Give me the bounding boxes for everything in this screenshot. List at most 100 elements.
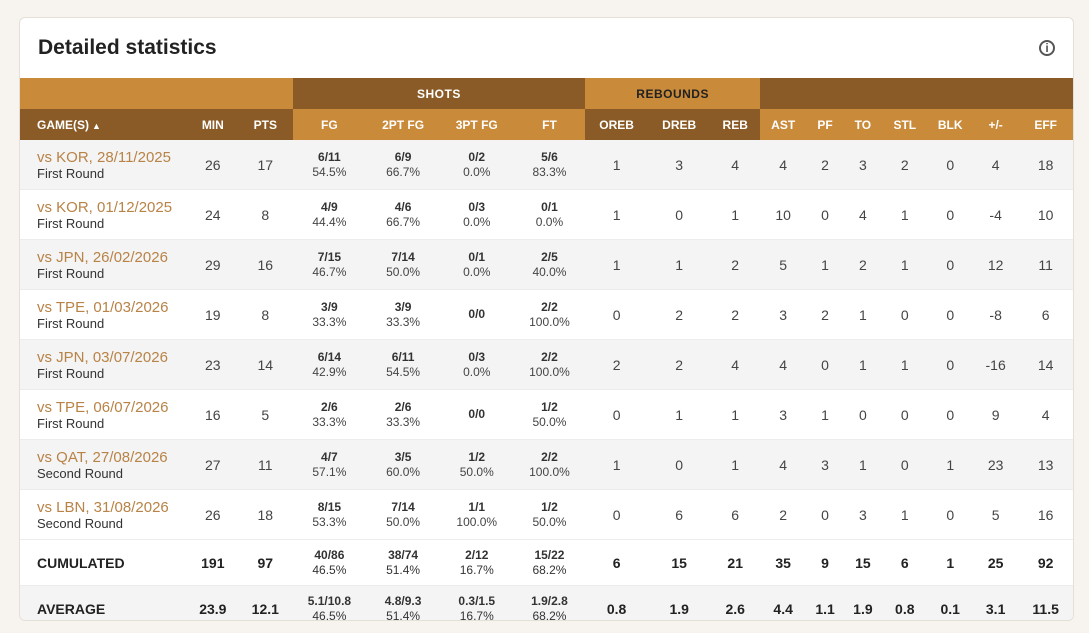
cell-ft: 2/2 100.0%	[513, 439, 586, 490]
col-eff[interactable]: EFF	[1018, 109, 1073, 140]
cell-fg: 4/9 44.4%	[292, 189, 367, 240]
cell-fg3-made-attempted: 0/0	[468, 407, 486, 421]
cell-ft-percentage: 83.3%	[532, 164, 567, 179]
cell-reb: 2	[710, 239, 760, 290]
cell-oreb: 2	[585, 339, 648, 390]
cell-ft-made-attempted: 1/2	[541, 499, 558, 514]
game-cell: vs QAT, 27/08/2026 Second Round	[20, 439, 188, 490]
group-rebounds: REBOUNDS	[585, 78, 760, 109]
cell-fg3-percentage: 16.7%	[459, 562, 494, 577]
cell-oreb: 1	[585, 189, 648, 240]
cell-fg2: 3/5 60.0%	[366, 439, 440, 490]
cell-fg2-made-attempted: 3/5	[394, 449, 412, 464]
game-link[interactable]: vs TPE, 01/03/2026	[37, 299, 188, 316]
cell-fg2-percentage: 54.5%	[386, 364, 421, 379]
col-to[interactable]: TO	[843, 109, 883, 140]
cell-to: 2	[843, 239, 883, 290]
cell-dreb: 1	[647, 239, 711, 290]
cell-eff: 18	[1018, 140, 1073, 190]
cell-fg2-made-attempted: 2/6	[394, 399, 412, 414]
cell-pts: 97	[238, 539, 293, 586]
cell-ft-made-attempted: 1/2	[541, 399, 558, 414]
cell-dreb: 2	[647, 289, 711, 340]
game-link[interactable]: vs KOR, 28/11/2025	[37, 149, 188, 166]
cell-pf: 1	[806, 389, 844, 440]
cell-fg3: 1/1 100.0%	[439, 489, 514, 540]
cell-to: 4	[843, 189, 883, 240]
cell-fg2-made-attempted: 7/14	[391, 499, 415, 514]
cell-fg-made-attempted: 6/11	[318, 149, 341, 164]
game-link[interactable]: vs JPN, 26/02/2026	[37, 249, 188, 266]
cell-dreb: 1.9	[647, 585, 711, 620]
cell-to: 1	[843, 289, 883, 340]
col-3pt-fg[interactable]: 3PT FG	[439, 109, 514, 140]
game-round: First Round	[37, 365, 105, 381]
col-2pt-fg[interactable]: 2PT FG	[366, 109, 440, 140]
cell-fg2: 7/14 50.0%	[366, 489, 440, 540]
cell-fg-percentage: 44.4%	[312, 214, 347, 229]
col-plus-minus[interactable]: +/-	[972, 109, 1019, 140]
col-fg[interactable]: FG	[292, 109, 367, 140]
cell-pts: 5	[238, 389, 293, 440]
cell-dreb: 2	[647, 339, 711, 390]
cell-ft-made-attempted: 5/6	[541, 149, 558, 164]
col-game-sort[interactable]: GAME(S) ▲	[20, 109, 188, 140]
cell-fg-percentage: 33.3%	[312, 314, 347, 329]
cell-fg3: 0/0	[439, 289, 514, 340]
game-cell: vs KOR, 01/12/2025 First Round	[20, 189, 188, 240]
col-min[interactable]: MIN	[187, 109, 239, 140]
cell-fg3-percentage: 100.0%	[456, 514, 498, 529]
cell-min: 16	[187, 389, 239, 440]
cell-ft: 2/5 40.0%	[513, 239, 586, 290]
cell-fg2-percentage: 33.3%	[386, 414, 421, 429]
cell-fg2-percentage: 33.3%	[386, 314, 421, 329]
cell-stl: 0	[882, 389, 928, 440]
cell-dreb: 15	[647, 539, 711, 586]
cell-pts: 14	[238, 339, 293, 390]
cell-fg: 40/86 46.5%	[292, 539, 367, 586]
cell-min: 19	[187, 289, 239, 340]
col-blk[interactable]: BLK	[927, 109, 973, 140]
game-link[interactable]: vs JPN, 03/07/2026	[37, 349, 188, 366]
game-link[interactable]: vs TPE, 06/07/2026	[37, 399, 188, 416]
cell-fg3: 0/0	[439, 389, 514, 440]
cell-stl: 1	[882, 189, 928, 240]
col-reb[interactable]: REB	[710, 109, 760, 140]
game-link[interactable]: vs LBN, 31/08/2026	[37, 499, 188, 516]
cell-fg-made-attempted: 5.1/10.8	[307, 593, 352, 608]
col-stl[interactable]: STL	[882, 109, 928, 140]
cell-dreb: 0	[647, 439, 711, 490]
cell-oreb: 0	[585, 489, 648, 540]
info-icon[interactable]: i	[1039, 40, 1055, 56]
cumulated-row-label: CUMULATED	[20, 539, 188, 586]
cell-ast: 3	[759, 289, 807, 340]
cell-blk: 0	[927, 289, 973, 340]
group-header-row: SHOTS REBOUNDS	[20, 78, 1073, 109]
cell-fg3-percentage: 0.0%	[463, 214, 491, 229]
table-row: vs TPE, 01/03/2026 First Round 19 8 3/9 33.3%…	[20, 289, 1073, 340]
cell-blk: 0	[927, 489, 973, 540]
cell-fg: 7/15 46.7%	[292, 239, 367, 290]
cell-ft-made-attempted: 2/2	[541, 299, 558, 314]
game-link[interactable]: vs QAT, 27/08/2026	[37, 449, 188, 466]
col-ft[interactable]: FT	[513, 109, 586, 140]
cell-fg2-made-attempted: 38/74	[388, 547, 419, 562]
cell-blk: 0	[927, 189, 973, 240]
cell-fg3-made-attempted: 0/3	[468, 199, 486, 214]
cell-fg2-made-attempted: 6/9	[394, 149, 412, 164]
cell-fg3-percentage: 16.7%	[459, 608, 494, 621]
cell-ft: 1.9/2.8 68.2%	[513, 585, 586, 620]
col-pts[interactable]: PTS	[238, 109, 293, 140]
col-pf[interactable]: PF	[806, 109, 844, 140]
col-dreb[interactable]: DREB	[647, 109, 711, 140]
cell-fg2-made-attempted: 4.8/9.3	[384, 593, 422, 608]
col-ast[interactable]: AST	[759, 109, 807, 140]
cell-fg-percentage: 46.5%	[312, 608, 347, 621]
cell-min: 26	[187, 489, 239, 540]
game-round: First Round	[37, 165, 105, 181]
cell-ft: 2/2 100.0%	[513, 339, 586, 390]
game-link[interactable]: vs KOR, 01/12/2025	[37, 199, 188, 216]
cell-blk: 0	[927, 339, 973, 390]
col-oreb[interactable]: OREB	[585, 109, 648, 140]
table-row: vs KOR, 01/12/2025 First Round 24 8 4/9 44.4%…	[20, 189, 1073, 240]
